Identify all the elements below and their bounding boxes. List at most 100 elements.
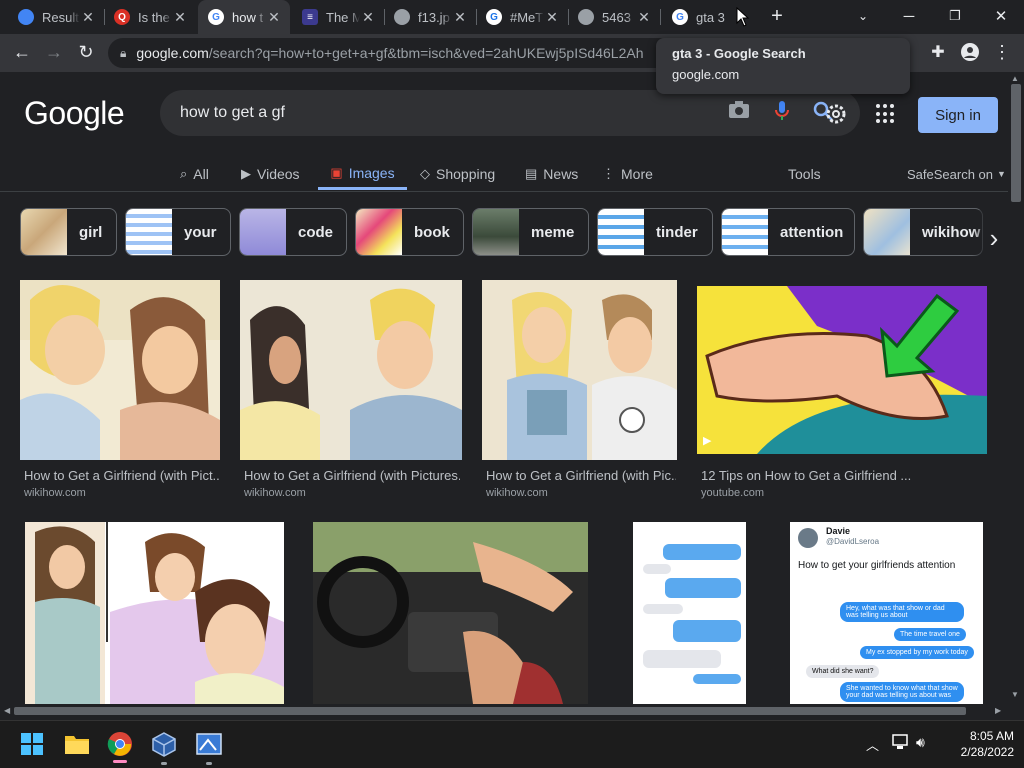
tweet-screenshot[interactable]: Davie @DavidLseroa How to get your girlf… (790, 522, 983, 704)
file-explorer-icon[interactable] (63, 730, 91, 758)
result-image[interactable]: ▶ (697, 286, 987, 454)
caret-down-icon: ▼ (997, 169, 1006, 179)
tools-button[interactable]: Tools (788, 158, 821, 190)
result-caption[interactable]: How to Get a Girlfriend (with Pictures..… (244, 468, 460, 483)
windows-start-icon[interactable] (18, 730, 46, 758)
running-app-indicator (206, 762, 212, 765)
close-window-button[interactable]: ✕ (978, 0, 1024, 32)
horizontal-scroll-thumb[interactable] (14, 707, 966, 715)
app-window-icon[interactable] (195, 730, 223, 758)
microphone-icon[interactable] (774, 100, 790, 128)
chip-thumbnail (598, 209, 644, 255)
close-tab-icon[interactable]: ✕ (172, 9, 188, 26)
chip-tinder[interactable]: tinder (597, 208, 713, 256)
tab-hover-tooltip: gta 3 - Google Search google.com (656, 38, 910, 94)
apps-grid-icon[interactable] (876, 104, 896, 124)
tab-more[interactable]: ⋮ More (602, 158, 653, 190)
tab-videos[interactable]: ▶ Videos (241, 158, 300, 190)
browser-tab[interactable]: ≡ The M ✕ (292, 0, 384, 34)
tab-strip: Result ✕ Q Is the ✕ G how t ✕ ≡ The M ✕ … (0, 0, 1024, 34)
safesearch-toggle[interactable]: SafeSearch on ▼ (907, 158, 1006, 190)
tab-shopping[interactable]: ◇ Shopping (420, 158, 495, 190)
search-input[interactable]: how to get a gf (160, 90, 860, 136)
result-image[interactable] (240, 280, 462, 460)
result-caption[interactable]: How to Get a Girlfriend (with Pic... (486, 468, 676, 483)
chip-thumbnail (356, 209, 402, 255)
chip-your[interactable]: your (125, 208, 231, 256)
close-tab-icon[interactable]: ✕ (452, 9, 468, 26)
chevron-up-icon[interactable]: ︿ (866, 735, 879, 754)
minimize-button[interactable]: ─ (886, 0, 932, 32)
camera-lens-icon[interactable] (728, 100, 750, 126)
tab-images[interactable]: ▣ Images (318, 158, 407, 190)
system-clock[interactable]: 8:05 AM 2/28/2022 (944, 728, 1014, 760)
forward-arrow-icon[interactable]: → (40, 38, 68, 66)
active-app-indicator (113, 760, 127, 763)
reload-icon[interactable]: ↻ (72, 38, 100, 66)
tag-icon: ◇ (420, 166, 430, 181)
scroll-right-icon[interactable]: ▶ (995, 706, 1001, 715)
close-tab-icon[interactable]: ✕ (636, 9, 652, 26)
close-tab-icon[interactable]: ✕ (266, 9, 282, 26)
chip-thumbnail (864, 209, 910, 255)
running-app-indicator (161, 762, 167, 765)
scroll-down-icon[interactable]: ▼ (1011, 690, 1019, 699)
result-caption[interactable]: How to Get a Girlfriend (with Pict... (24, 468, 220, 483)
chip-thumbnail (240, 209, 286, 255)
image-icon: ▣ (330, 164, 343, 180)
volume-icon[interactable]: 🔊︎ (916, 734, 925, 751)
close-tab-icon[interactable]: ✕ (544, 9, 560, 26)
chip-code[interactable]: code (239, 208, 347, 256)
result-image[interactable] (25, 522, 284, 704)
tab-search-icon[interactable]: ⌄ (840, 0, 886, 32)
tab-all[interactable]: ⌕ All (180, 158, 209, 190)
result-image[interactable] (633, 522, 746, 704)
result-image[interactable] (313, 522, 588, 704)
chrome-icon[interactable] (106, 730, 134, 758)
page-favicon-icon: G (486, 9, 502, 25)
newspaper-icon: ▤ (525, 166, 538, 181)
google-favicon-icon: G (208, 9, 224, 25)
browser-tab[interactable]: Q Is the ✕ (104, 0, 196, 34)
chip-book[interactable]: book (355, 208, 464, 256)
result-image[interactable] (20, 280, 220, 460)
tab-favicon-icon (18, 9, 34, 25)
result-image[interactable] (482, 280, 677, 460)
close-tab-icon[interactable]: ✕ (360, 9, 376, 26)
tab-news[interactable]: ▤ News (525, 158, 578, 190)
sign-in-button[interactable]: Sign in (918, 97, 998, 133)
lock-icon: 🔒︎ (120, 45, 127, 60)
settings-gear-icon[interactable] (824, 102, 848, 132)
browser-tab[interactable]: 5463 ✕ (568, 0, 660, 34)
chip-meme[interactable]: meme (472, 208, 589, 256)
divider (0, 191, 1008, 192)
quora-favicon-icon: Q (114, 9, 130, 25)
browser-tab[interactable]: Result ✕ (8, 0, 104, 34)
back-arrow-icon[interactable]: ← (8, 38, 36, 66)
extensions-puzzle-icon[interactable]: ✚ (924, 38, 952, 66)
chip-thumbnail (722, 209, 768, 255)
chip-girl[interactable]: girl (20, 208, 117, 256)
result-source: wikihow.com (24, 487, 86, 499)
google-logo[interactable]: Google (24, 95, 125, 132)
google-favicon-icon: G (672, 9, 688, 25)
scroll-left-icon[interactable]: ◀ (4, 706, 10, 715)
scroll-up-icon[interactable]: ▲ (1011, 74, 1019, 83)
browser-tab[interactable]: f13.jp ✕ (384, 0, 476, 34)
result-caption[interactable]: 12 Tips on How to Get a Girlfriend ... (701, 468, 987, 483)
browser-tab-active[interactable]: G how t ✕ (198, 0, 290, 34)
virtualbox-cube-icon[interactable] (150, 730, 178, 758)
new-tab-button[interactable]: + (756, 0, 798, 32)
profile-avatar-icon[interactable] (956, 38, 984, 66)
chip-attention[interactable]: attention (721, 208, 855, 256)
browser-tab[interactable]: G #MeT ✕ (476, 0, 568, 34)
chip-wikihow[interactable]: wikihow (863, 208, 983, 256)
browser-menu-icon[interactable]: ⋮ (988, 38, 1016, 66)
vertical-scroll-thumb[interactable] (1011, 84, 1021, 202)
chip-thumbnail (473, 209, 519, 255)
globe-icon (578, 9, 594, 25)
chip-thumbnail (126, 209, 172, 255)
close-tab-icon[interactable]: ✕ (80, 9, 96, 26)
network-icon[interactable] (892, 734, 910, 755)
maximize-button[interactable]: ❐ (932, 0, 978, 32)
